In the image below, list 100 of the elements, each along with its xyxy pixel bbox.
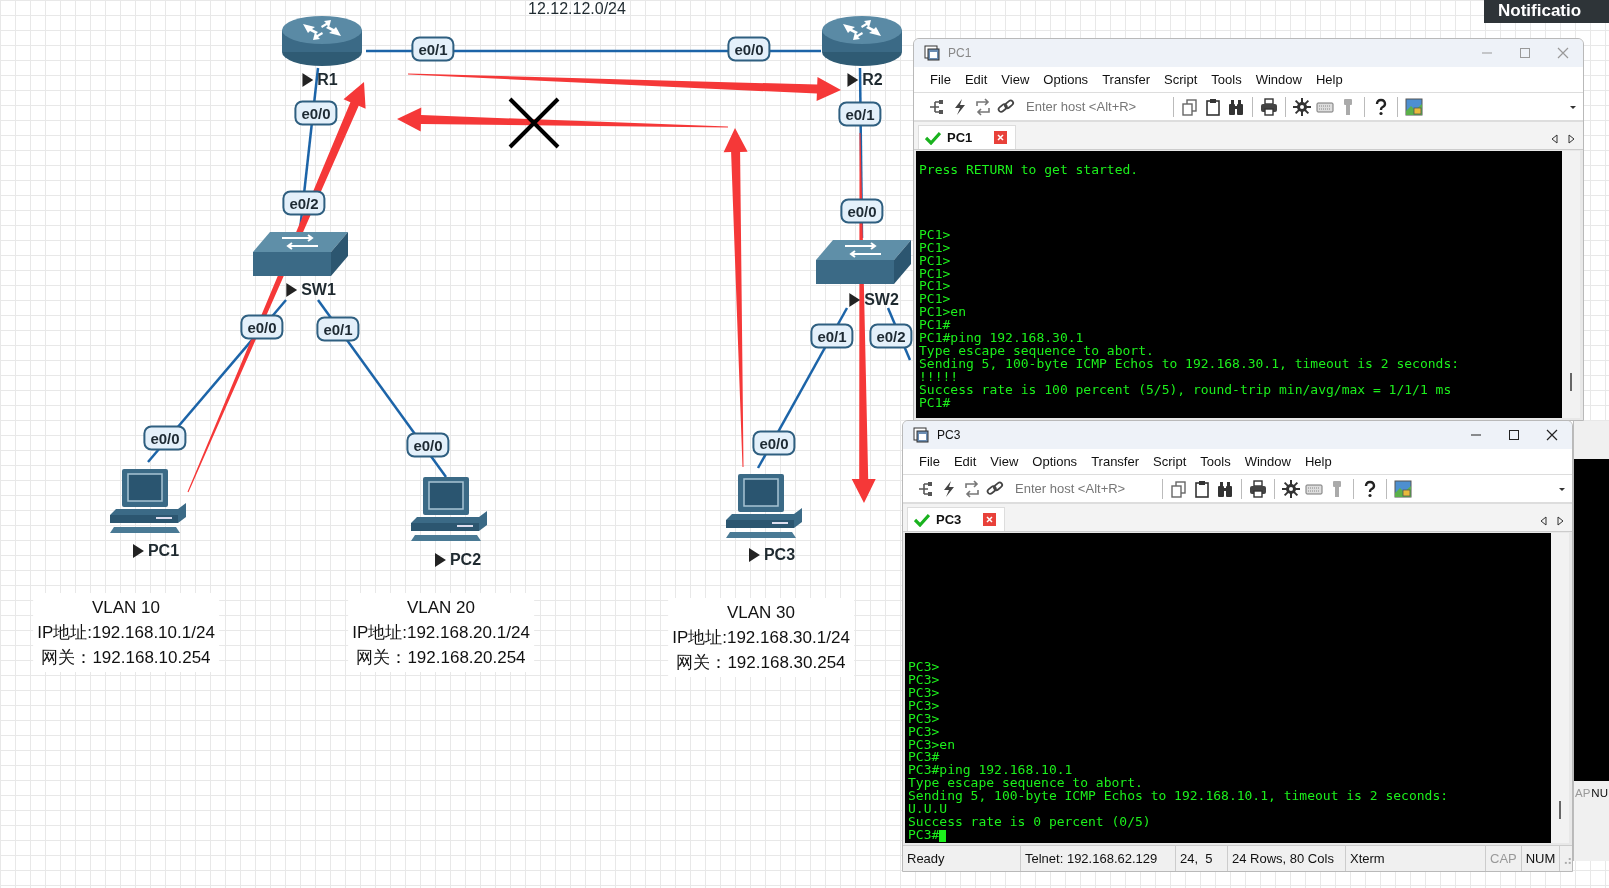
menu-item[interactable]: Tools [1200, 454, 1231, 469]
key-indicator: CAP [1486, 846, 1522, 871]
menu-item[interactable]: Options [1043, 72, 1089, 87]
play-icon[interactable] [302, 73, 314, 87]
printer-icon[interactable] [1260, 97, 1278, 116]
menu-item[interactable]: Transfer [1102, 72, 1151, 87]
right-arrow-icon[interactable] [1568, 134, 1575, 144]
terminal-line: PC1#ping 192.168.30.1 [919, 332, 1084, 346]
menu-item[interactable]: Tools [1211, 72, 1242, 87]
terminal-line: Success rate is 100 percent (5/5), round-trip min/avg/max = 1/1/1 ms [919, 384, 1452, 397]
play-icon[interactable] [132, 544, 144, 558]
link-icon[interactable] [986, 479, 1004, 498]
play-icon[interactable] [748, 548, 760, 562]
text-cursor [939, 829, 947, 842]
terminal-line: PC1# [919, 396, 951, 410]
status-text: Ready [903, 846, 1021, 871]
terminal-line: PC3#ping 192.168.10.1 [908, 764, 1073, 778]
key-indicator: NUM [1521, 846, 1561, 871]
terminal-line: PC3> [908, 699, 940, 713]
menu-item[interactable]: Transfer [1091, 454, 1140, 469]
session-tab[interactable]: PC3 [907, 507, 1006, 531]
terminal-line: PC3# [908, 829, 940, 842]
menu-item[interactable]: Help [1304, 454, 1332, 469]
menu-item[interactable]: Window [1255, 72, 1302, 87]
terminal-panel[interactable] [916, 151, 1562, 418]
caret-icon[interactable] [1558, 485, 1566, 492]
repeat-icon[interactable] [963, 479, 981, 498]
connect-icon[interactable] [928, 97, 946, 116]
device-label: PC1 [147, 542, 180, 560]
status-text: Xterm [1346, 846, 1486, 871]
link-icon[interactable] [997, 97, 1015, 116]
play-icon[interactable] [847, 73, 859, 87]
host-field[interactable]: Enter host <Alt+R> [1015, 481, 1149, 496]
image-icon[interactable] [1405, 97, 1423, 116]
terminal-line: Sending 5, 100-byte ICMP Echos to 192.168.10.1, timeout is 2 seconds: [908, 790, 1449, 804]
maximize-icon[interactable] [1508, 429, 1520, 441]
host-field[interactable]: Enter host <Alt+R> [1026, 99, 1160, 114]
play-icon[interactable] [849, 293, 861, 307]
menu-item[interactable]: Edit [964, 72, 988, 87]
copy-icon[interactable] [1170, 479, 1188, 498]
connect-icon[interactable] [917, 479, 935, 498]
status-text: 24, 5 [1176, 846, 1228, 871]
terminal-line: Type escape sequence to abort. [919, 345, 1154, 359]
session-tab[interactable]: PC1 [918, 125, 1017, 149]
vlan-title: VLAN 20 [406, 597, 475, 619]
terminal-line: PC1> [919, 293, 951, 307]
left-arrow-icon[interactable] [1540, 516, 1547, 526]
copy-icon[interactable] [1181, 97, 1199, 116]
subnet-label: 12.12.12.0/24 [528, 0, 626, 18]
device-label: PC2 [449, 551, 482, 569]
terminal-line: PC3> [908, 712, 940, 726]
terminal-line: PC3> [908, 660, 940, 674]
notification-tab[interactable]: Notificatio [1484, 0, 1609, 23]
scrollbar[interactable] [1551, 533, 1569, 843]
clipboard-icon[interactable] [1204, 97, 1222, 116]
settings-icon[interactable] [1293, 97, 1311, 116]
printer-icon[interactable] [1249, 479, 1267, 498]
port-label: e0/2 [282, 190, 326, 216]
terminal-line: PC1>en [919, 306, 966, 320]
binoculars-icon[interactable] [1227, 97, 1245, 116]
gateway-text: 网关：192.168.20.254 [356, 647, 526, 669]
close-icon[interactable] [1546, 429, 1558, 441]
menu-item[interactable]: File [930, 72, 951, 87]
device-label: PC3 [763, 546, 796, 564]
port-label: e0/0 [143, 425, 187, 451]
window-title: PC3 [937, 428, 962, 442]
left-arrow-icon[interactable] [1551, 134, 1558, 144]
menu-item[interactable]: View [1001, 72, 1030, 87]
binoculars-icon[interactable] [1216, 479, 1234, 498]
terminal-line: PC3> [908, 686, 940, 700]
settings-icon[interactable] [1282, 479, 1300, 498]
play-icon[interactable] [434, 553, 446, 567]
play-icon[interactable] [286, 283, 298, 297]
status-text: 24 Rows, 80 Cols [1228, 846, 1346, 871]
menu-item[interactable]: File [919, 454, 940, 469]
device-label: R1 [317, 71, 338, 89]
window-title: PC1 [948, 46, 973, 60]
port-label: e0/1 [838, 101, 882, 127]
port-label: e0/0 [727, 36, 771, 62]
menu-item[interactable]: Window [1244, 454, 1291, 469]
caret-icon[interactable] [1569, 103, 1577, 110]
menu-item[interactable]: Script [1164, 72, 1198, 87]
port-label: e0/1 [411, 36, 455, 62]
image-icon[interactable] [1394, 479, 1412, 498]
repeat-icon[interactable] [974, 97, 992, 116]
ip-address-text: IP地址:192.168.20.1/24 [352, 622, 530, 644]
device-label: SW2 [864, 291, 899, 309]
terminal-line: Sending 5, 100-byte ICMP Echos to 192.168.30.1, timeout is 2 seconds: [919, 358, 1460, 372]
port-label: e0/2 [869, 323, 913, 349]
scrollbar[interactable] [1562, 151, 1580, 418]
terminal-line: PC3> [908, 725, 940, 739]
app-icon [924, 45, 940, 61]
right-arrow-icon[interactable] [1557, 516, 1564, 526]
terminal-line: PC1# [919, 319, 951, 333]
menu-item[interactable]: View [990, 454, 1019, 469]
menu-item[interactable]: Edit [953, 454, 977, 469]
menu-item[interactable]: Options [1032, 454, 1078, 469]
menu-item[interactable]: Script [1153, 454, 1187, 469]
clipboard-icon[interactable] [1193, 479, 1211, 498]
menu-item[interactable]: Help [1315, 72, 1343, 87]
